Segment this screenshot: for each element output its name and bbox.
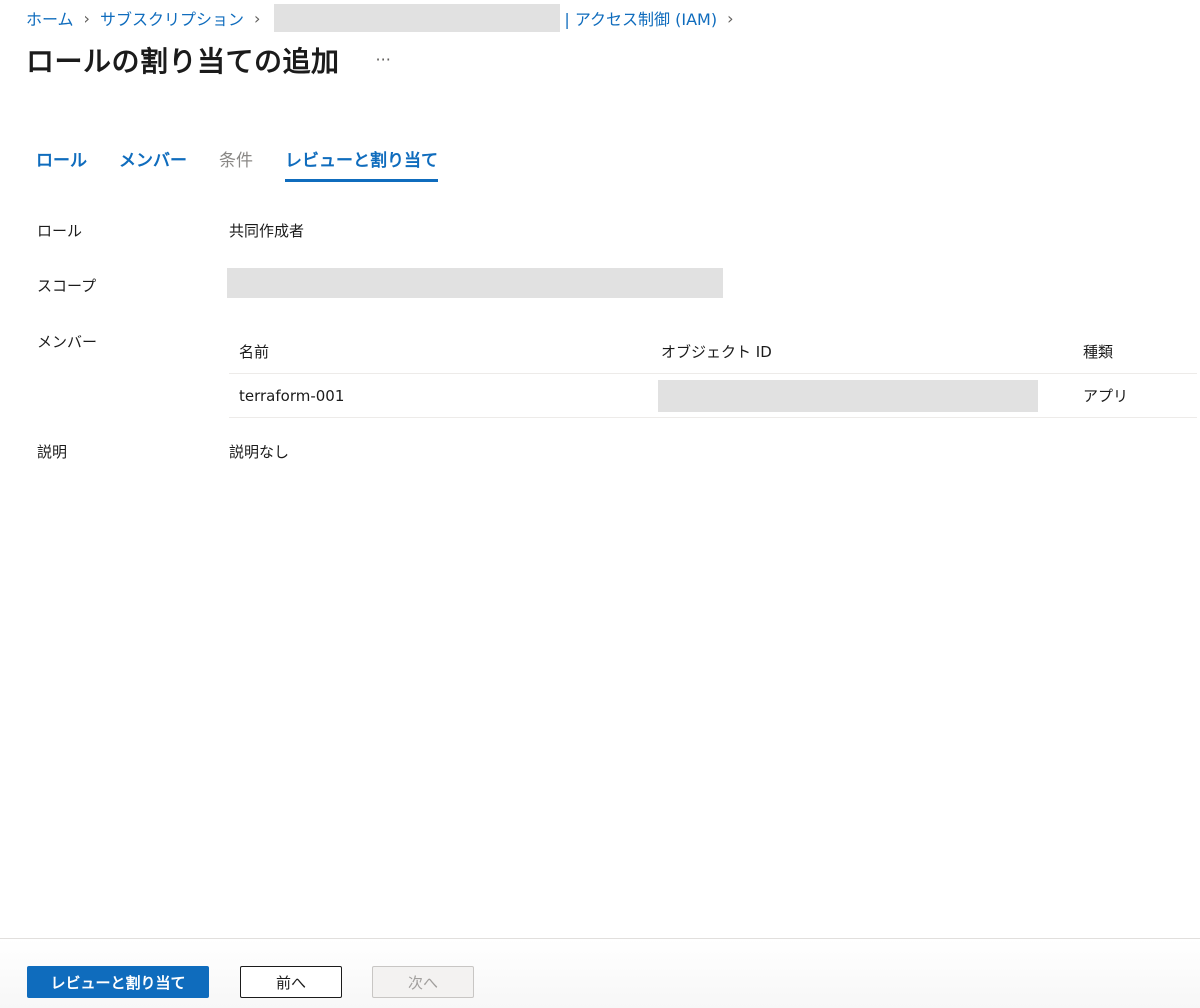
- column-header-type: 種類: [1083, 343, 1114, 361]
- member-type-cell: アプリ: [1083, 387, 1129, 405]
- breadcrumb: ホーム › サブスクリプション › | アクセス制御 (IAM) ›: [26, 4, 743, 32]
- previous-button[interactable]: 前へ: [240, 966, 342, 998]
- tab-members[interactable]: メンバー: [119, 146, 187, 182]
- chevron-right-icon: ›: [727, 8, 734, 28]
- breadcrumb-iam-link[interactable]: | アクセス制御 (IAM): [564, 6, 717, 30]
- breadcrumb-subscriptions-link[interactable]: サブスクリプション: [100, 6, 244, 30]
- review-assign-button[interactable]: レビューと割り当て: [27, 966, 209, 998]
- tab-role[interactable]: ロール: [36, 146, 87, 182]
- role-label: ロール: [37, 222, 83, 240]
- role-value: 共同作成者: [229, 222, 305, 240]
- page: ホーム › サブスクリプション › | アクセス制御 (IAM) › ロールの割…: [0, 0, 1200, 1008]
- description-value: 説明なし: [229, 443, 290, 461]
- wizard-footer: レビューと割り当て 前へ 次へ: [0, 938, 1200, 1008]
- members-table-header: 名前 オブジェクト ID 種類: [229, 330, 1197, 374]
- chevron-right-icon: ›: [253, 8, 261, 28]
- table-row: terraform-001 アプリ: [229, 374, 1197, 418]
- tab-conditions: 条件: [219, 151, 253, 171]
- breadcrumb-home-link[interactable]: ホーム: [26, 6, 74, 30]
- object-id-redacted-cell: [658, 380, 1038, 412]
- page-title: ロールの割り当ての追加: [26, 45, 340, 78]
- next-button: 次へ: [372, 966, 474, 998]
- scope-redacted-value: [227, 268, 723, 298]
- column-header-name: 名前: [239, 343, 270, 361]
- column-header-object-id: オブジェクト ID: [661, 343, 772, 361]
- description-label: 説明: [37, 443, 68, 461]
- members-table: 名前 オブジェクト ID 種類 terraform-001 アプリ: [229, 330, 1197, 418]
- member-name-cell: terraform-001: [239, 386, 345, 405]
- more-options-icon[interactable]: ···: [372, 50, 395, 70]
- members-label: メンバー: [37, 333, 98, 351]
- title-row: ロールの割り当ての追加 ···: [26, 40, 395, 80]
- chevron-right-icon: ›: [83, 8, 90, 28]
- scope-label: スコープ: [37, 277, 97, 295]
- wizard-tabs: ロール メンバー 条件 レビューと割り当て: [36, 146, 470, 184]
- breadcrumb-redacted-subscription: [274, 4, 561, 32]
- tab-review-assign[interactable]: レビューと割り当て: [285, 146, 438, 182]
